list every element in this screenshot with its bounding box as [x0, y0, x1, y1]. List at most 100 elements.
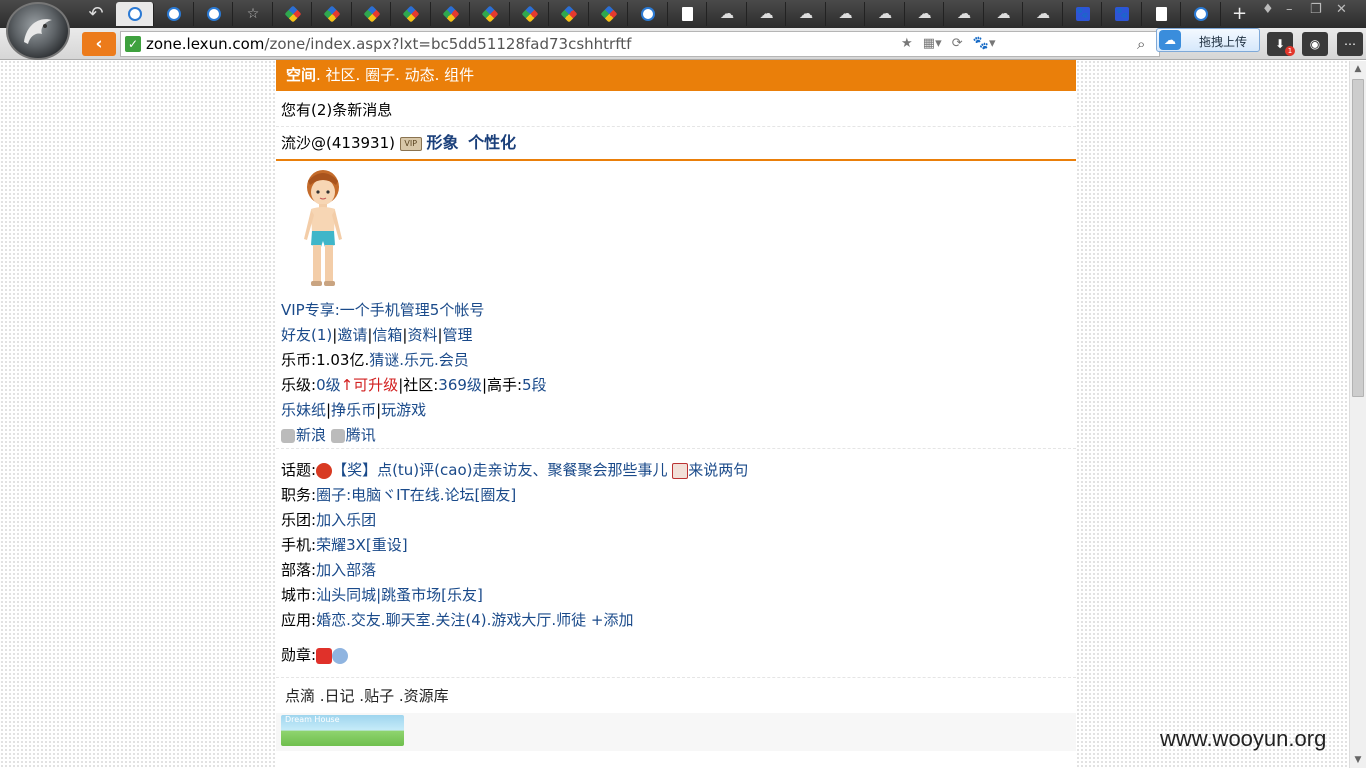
nav-links[interactable]: . 社区. 圈子. 动态. 组件 [316, 66, 474, 84]
image-link[interactable]: 形象 [427, 133, 459, 152]
browser-tab[interactable]: ☁ [867, 2, 905, 26]
city-link[interactable]: 汕头同城|跳蚤市场[乐友] [316, 586, 483, 604]
browser-tab[interactable]: ☁ [788, 2, 826, 26]
game-controller-button[interactable]: ◉ [1302, 32, 1328, 56]
browser-tab[interactable]: ☁ [709, 2, 747, 26]
browser-tab[interactable] [156, 2, 194, 26]
nav-space-link[interactable]: 空间 [286, 66, 316, 84]
undo-close-tab-icon[interactable]: ↶ [84, 4, 108, 24]
job-link[interactable]: 圈子:电脑ヾIT在线.论坛[圈友] [316, 486, 516, 504]
browser-tab[interactable] [590, 2, 628, 26]
browser-tab[interactable] [1183, 2, 1221, 26]
sub-tabs-links[interactable]: 点滴 .日记 .贴子 .资源库 [285, 687, 449, 705]
sina-link[interactable]: 新浪 [296, 426, 326, 444]
browser-tab[interactable] [1143, 2, 1181, 26]
expert-level[interactable]: 5段 [522, 376, 547, 394]
browser-tab[interactable] [432, 2, 470, 26]
new-messages-link[interactable]: 您有(2)条新消息 [281, 101, 392, 119]
say-link[interactable]: 来说两句 [688, 461, 748, 479]
browser-tab[interactable]: ☁ [827, 2, 865, 26]
search-icon[interactable]: ⌕ [1137, 35, 1145, 53]
personalize-link[interactable]: 个性化 [468, 133, 516, 152]
browser-tab[interactable]: ☁ [906, 2, 944, 26]
heart-medal-icon[interactable] [316, 647, 333, 664]
more-dots-icon: ⋯ [1344, 37, 1356, 51]
download-button[interactable]: ⬇ 1 [1267, 32, 1295, 56]
scroll-up-icon[interactable]: ▲ [1350, 61, 1366, 77]
multi-favicon-icon [442, 5, 459, 23]
level-value[interactable]: 0级 [316, 376, 341, 394]
band-label: 乐团: [281, 511, 317, 529]
reload-icon[interactable]: ⟳ [952, 36, 963, 51]
scroll-down-icon[interactable]: ▼ [1350, 752, 1366, 768]
prize-icon [316, 462, 333, 479]
invite-link[interactable]: 邀请 [337, 326, 367, 344]
browser-tab[interactable]: ☁ [946, 2, 984, 26]
phone-link[interactable]: 荣耀3X[重设] [316, 536, 408, 554]
browser-tab[interactable] [669, 2, 707, 26]
friends-link[interactable]: 好友(1) [281, 326, 332, 344]
browser-tab[interactable]: 🐾 [1104, 2, 1142, 26]
earn-coins-link[interactable]: 挣乐币 [331, 401, 376, 419]
sina-weibo-icon [281, 428, 295, 443]
back-button[interactable]: ‹ [82, 32, 116, 56]
app-link[interactable]: 婚恋.交友.聊天室.关注(4).游戏大厅.师徒 +添加 [316, 611, 633, 629]
browser-tab[interactable] [195, 2, 233, 26]
close-window-button[interactable]: ✕ [1336, 2, 1347, 17]
topic-link[interactable]: 【奖】点(tu)评(cao)走亲访友、聚餐聚会那些事儿 [332, 461, 667, 479]
browser-tab[interactable] [274, 2, 312, 26]
browser-tab[interactable]: ☆ [235, 2, 273, 26]
play-games-link[interactable]: 玩游戏 [381, 401, 426, 419]
multi-favicon-icon [600, 5, 617, 23]
vip-link[interactable]: 一个手机管理5个帐号 [340, 301, 485, 319]
browser-tab[interactable]: 🐾 [1064, 2, 1102, 26]
drag-upload-button[interactable]: ☁ 拖拽上传 [1156, 28, 1260, 52]
vertical-scrollbar[interactable]: ▲ ▼ [1349, 61, 1366, 768]
browser-tab[interactable] [511, 2, 549, 26]
user-row: 流沙@(413931) VIP 形象 个性化 [276, 127, 1076, 161]
scroll-thumb[interactable] [1352, 79, 1364, 397]
browser-tab[interactable] [314, 2, 352, 26]
band-link[interactable]: 加入乐团 [316, 511, 376, 529]
browser-tab[interactable] [630, 2, 668, 26]
level-up-link[interactable]: ↑可升级 [341, 376, 399, 394]
browser-tab[interactable]: ☁ [985, 2, 1023, 26]
browser-tab[interactable]: ☁ [748, 2, 786, 26]
multi-favicon-icon [284, 5, 301, 23]
browser-logo-icon[interactable] [6, 2, 70, 60]
qr-code-icon[interactable]: ▦▾ [923, 36, 942, 51]
fun-row: 乐妹纸|挣乐币|玩游戏 [281, 401, 427, 419]
doc-favicon-icon [1156, 7, 1167, 21]
url-field[interactable]: ✓ zone.lexun.com/zone/index.aspx?lxt=bc5… [120, 31, 1160, 57]
banner-row: Dream House [276, 713, 1076, 751]
community-level[interactable]: 369级 [438, 376, 482, 394]
browser-tab[interactable] [116, 2, 154, 26]
url-text[interactable]: zone.lexun.com/zone/index.aspx?lxt=bc5dd… [146, 35, 631, 53]
avatar[interactable] [276, 161, 1076, 298]
manage-link[interactable]: 管理 [443, 326, 473, 344]
browser-tab[interactable] [353, 2, 391, 26]
coins-label: 乐币: [281, 351, 317, 369]
bookmark-star-icon[interactable]: ★ [901, 36, 913, 51]
url-host: zone.lexun.com [146, 35, 265, 53]
dream-house-banner[interactable]: Dream House [281, 715, 404, 746]
browser-tab[interactable]: ☁ [1025, 2, 1063, 26]
baidu-search-engine-icon[interactable]: 🐾▾ [973, 36, 996, 51]
browser-tab[interactable] [393, 2, 431, 26]
skin-icon[interactable]: ♦ [1262, 2, 1274, 17]
sister-link[interactable]: 乐妹纸 [281, 401, 326, 419]
minimize-button[interactable]: – [1286, 2, 1293, 17]
menu-button[interactable]: ⋯ [1337, 32, 1363, 56]
coins-links[interactable]: 猜谜.乐元.会员 [369, 351, 469, 369]
mailbox-link[interactable]: 信箱 [372, 326, 402, 344]
e-favicon-icon [167, 7, 181, 21]
info-link[interactable]: 资料 [407, 326, 437, 344]
level-medal-icon[interactable] [332, 647, 349, 664]
new-tab-button[interactable]: + [1232, 3, 1247, 24]
restore-button[interactable]: ❐ [1310, 2, 1322, 17]
topic-row: 话题: 【奖】点(tu)评(cao)走亲访友、聚餐聚会那些事儿 来说两句 [276, 458, 1076, 483]
tencent-link[interactable]: 腾讯 [346, 426, 376, 444]
tribe-link[interactable]: 加入部落 [316, 561, 376, 579]
browser-tab[interactable] [551, 2, 589, 26]
browser-tab[interactable] [472, 2, 510, 26]
